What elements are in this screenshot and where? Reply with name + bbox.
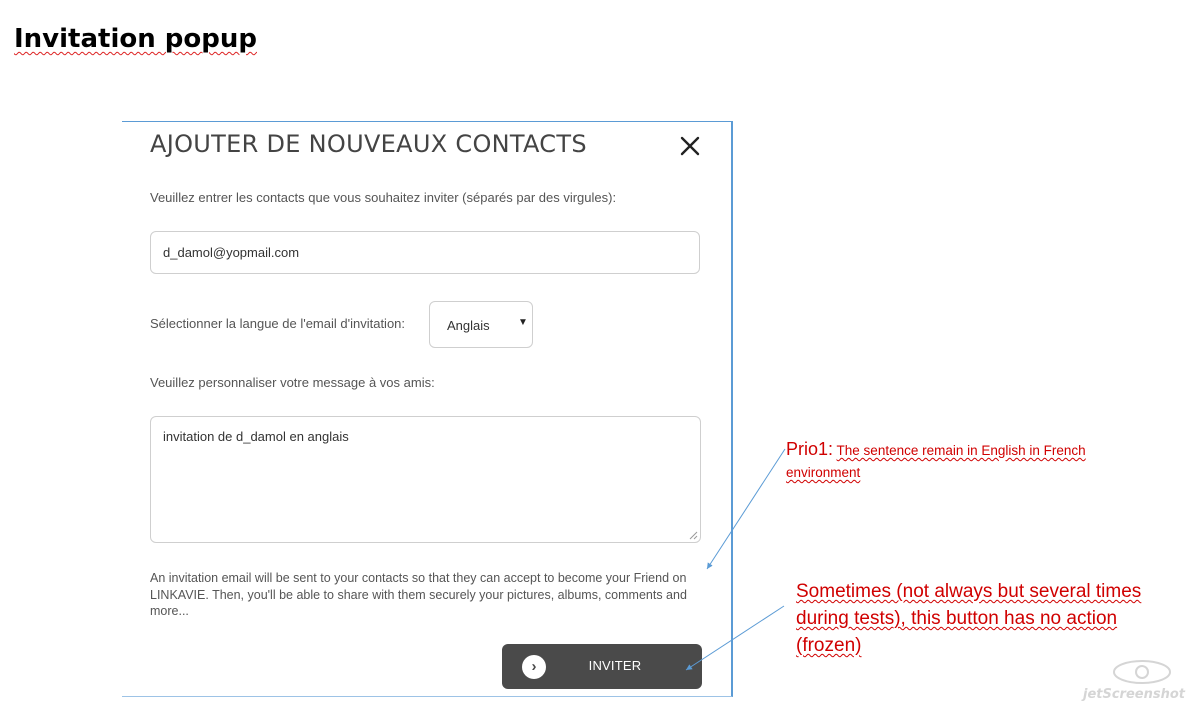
annotation-arrow-prio xyxy=(706,448,786,570)
eye-logo-icon xyxy=(1113,660,1171,684)
annotation-prio-label: Prio1: xyxy=(786,439,834,459)
annotation-prio1: Prio1: The sentence remain in English in… xyxy=(786,438,1146,484)
watermark: jetScreenshot xyxy=(1083,657,1189,709)
annotation-arrow-button xyxy=(685,605,785,671)
watermark-text: jetScreenshot xyxy=(1083,687,1185,702)
annotation-button-note: Sometimes (not always but several times … xyxy=(796,581,1142,656)
